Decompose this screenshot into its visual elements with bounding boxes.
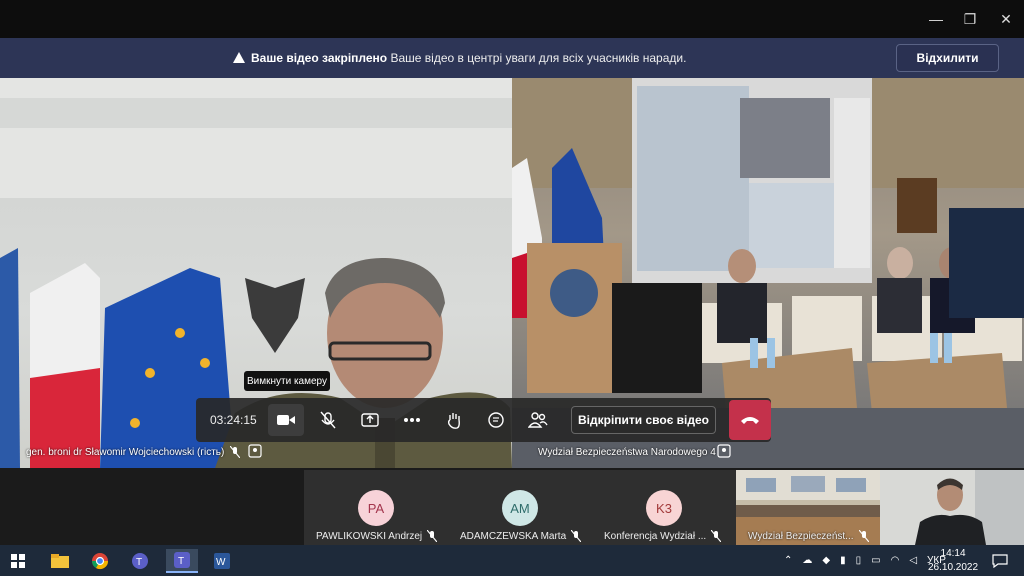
self-video-frame bbox=[880, 470, 1024, 545]
pin-icon[interactable] bbox=[717, 444, 731, 458]
warning-icon bbox=[233, 52, 245, 63]
chrome-icon bbox=[91, 553, 109, 570]
raise-hand-button[interactable] bbox=[436, 404, 472, 436]
participants-button[interactable] bbox=[520, 404, 556, 436]
room-name: Wydział Bezpieczeństwa Narodowego 4 bbox=[538, 447, 716, 458]
dismiss-button[interactable]: Відхилити bbox=[896, 44, 999, 72]
system-tray: ⌃ ☁ ◆ ▮ ▯ ▭ ◠ ◁ УКР bbox=[784, 545, 946, 576]
battery-icon[interactable]: ▭ bbox=[871, 555, 880, 566]
chevron-up-icon[interactable]: ⌃ bbox=[784, 555, 792, 566]
more-button[interactable] bbox=[394, 404, 430, 436]
notification-icon bbox=[992, 554, 1008, 568]
close-button[interactable]: ✕ bbox=[988, 0, 1024, 38]
participant-tile[interactable]: PA PAWLIKOWSKI Andrzej bbox=[304, 470, 448, 545]
svg-text:W: W bbox=[216, 557, 226, 568]
windows-taskbar: T T W ⌃ ☁ ◆ ▮ ▯ ▭ ◠ ◁ УКР 14:14 26.10.20… bbox=[0, 545, 1024, 576]
participant-name: Konferencja Wydział ... bbox=[604, 530, 707, 542]
avatar: K3 bbox=[646, 490, 682, 526]
device-icon[interactable]: ▯ bbox=[856, 555, 862, 566]
svg-text:T: T bbox=[178, 556, 184, 567]
mic-off-icon bbox=[571, 530, 582, 542]
mic-off-icon bbox=[427, 530, 438, 542]
svg-text:T: T bbox=[136, 557, 142, 568]
more-icon bbox=[404, 418, 420, 422]
teams-icon: T bbox=[132, 553, 148, 569]
room-thumbnail[interactable]: Wydział Bezpieczeńst... bbox=[736, 470, 880, 545]
word-icon: W bbox=[214, 553, 230, 569]
camera-tooltip: Вимкнути камеру bbox=[244, 371, 330, 391]
word-button[interactable]: W bbox=[206, 549, 238, 573]
wifi-icon[interactable]: ◠ bbox=[891, 555, 900, 566]
room-thumbnail-name-row: Wydział Bezpieczeńst... bbox=[748, 530, 869, 542]
mic-off-icon bbox=[858, 530, 869, 542]
banner-text: Ваше відео закріплено Ваше відео в центр… bbox=[233, 51, 686, 65]
camera-button[interactable] bbox=[268, 404, 304, 436]
people-icon bbox=[528, 412, 548, 428]
share-icon bbox=[361, 413, 379, 427]
clock[interactable]: 14:14 26.10.2022 bbox=[928, 545, 978, 576]
folder-icon bbox=[51, 554, 69, 568]
participant-name-row: PAWLIKOWSKI Andrzej bbox=[316, 530, 438, 542]
title-bar: — ❐ ✕ bbox=[0, 0, 1024, 38]
participant-tile[interactable]: AM ADAMCZEWSKA Marta bbox=[448, 470, 592, 545]
camera-icon bbox=[277, 415, 295, 425]
teams-icon: T bbox=[174, 552, 190, 568]
volume-icon[interactable]: ◁ bbox=[909, 555, 917, 566]
chrome-button[interactable] bbox=[88, 549, 112, 573]
room-thumbnail-name: Wydział Bezpieczeńst... bbox=[748, 530, 854, 542]
banner-title: Ваше відео закріплено bbox=[251, 51, 388, 65]
restore-button[interactable]: ❐ bbox=[952, 0, 988, 38]
hand-icon bbox=[447, 413, 460, 429]
leave-call-button[interactable] bbox=[729, 400, 771, 440]
chat-button[interactable] bbox=[478, 404, 514, 436]
avatar: AM bbox=[502, 490, 538, 526]
banner-message: Ваше відео в центрі уваги для всіх учасн… bbox=[390, 51, 687, 65]
speaker-name: gen. broni dr Sławomir Wojciechowski (гі… bbox=[26, 446, 225, 458]
share-button[interactable] bbox=[352, 404, 388, 436]
avatar: PA bbox=[358, 490, 394, 526]
hang-up-icon bbox=[741, 417, 759, 424]
participant-name: ADAMCZEWSKA Marta bbox=[460, 530, 567, 542]
self-video-thumbnail[interactable] bbox=[880, 470, 1024, 545]
meeting-timer: 03:24:15 bbox=[210, 413, 257, 427]
mic-off-icon bbox=[320, 411, 336, 429]
teams-active-button[interactable]: T bbox=[166, 549, 198, 573]
security-icon[interactable]: ◆ bbox=[822, 555, 830, 566]
onedrive-icon[interactable]: ☁ bbox=[802, 555, 812, 566]
windows-icon bbox=[11, 554, 25, 568]
file-explorer-button[interactable] bbox=[48, 549, 72, 573]
speaker-name-tag: gen. broni dr Sławomir Wojciechowski (гі… bbox=[26, 446, 241, 458]
participant-name-row: ADAMCZEWSKA Marta bbox=[460, 530, 582, 542]
chat-icon bbox=[488, 412, 504, 428]
notifications-button[interactable] bbox=[988, 549, 1012, 573]
start-button[interactable] bbox=[6, 549, 30, 573]
minimize-button[interactable]: — bbox=[918, 0, 954, 38]
pinned-video-banner: Ваше відео закріплено Ваше відео в центр… bbox=[0, 38, 1024, 78]
teams-classic-button[interactable]: T bbox=[128, 549, 152, 573]
mic-off-icon bbox=[711, 530, 722, 542]
room-name-tag: Wydział Bezpieczeństwa Narodowego 4 bbox=[538, 447, 716, 458]
mic-icon[interactable]: ▮ bbox=[840, 555, 846, 566]
clock-time: 14:14 bbox=[940, 547, 966, 559]
participant-name-row: Konferencja Wydział ... bbox=[604, 530, 722, 542]
mic-button[interactable] bbox=[310, 404, 346, 436]
participant-tile[interactable]: K3 Konferencja Wydział ... bbox=[592, 470, 736, 545]
unpin-video-button[interactable]: Відкріпити своє відео bbox=[571, 406, 716, 434]
mic-off-icon bbox=[230, 446, 241, 458]
participant-name: PAWLIKOWSKI Andrzej bbox=[316, 530, 423, 542]
clock-date: 26.10.2022 bbox=[928, 561, 979, 573]
pin-icon[interactable] bbox=[248, 444, 262, 458]
